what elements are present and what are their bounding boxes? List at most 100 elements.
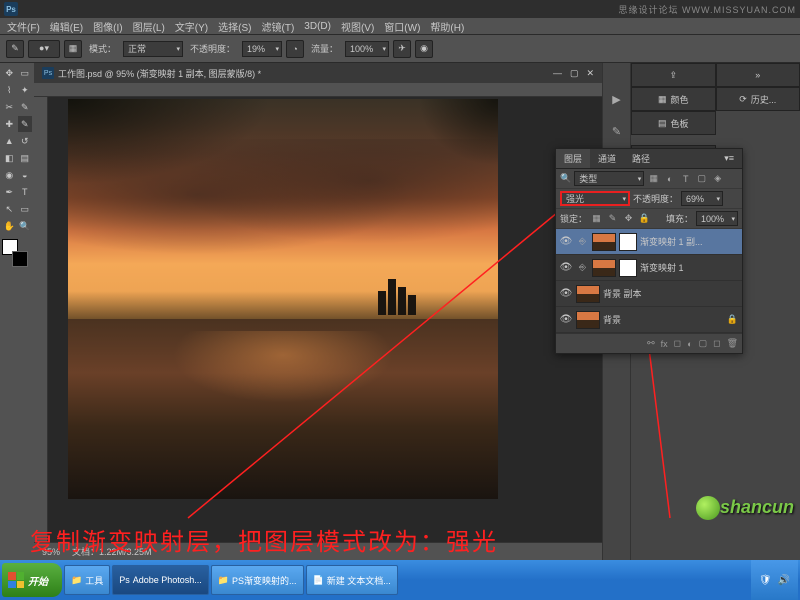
layer-name[interactable]: 背景 副本 xyxy=(603,287,739,300)
link-layers-icon[interactable]: ⚯ xyxy=(647,338,655,349)
menu-file[interactable]: 文件(F) xyxy=(2,19,45,34)
brush-preset-icon[interactable]: ✎ xyxy=(609,123,625,139)
visibility-icon[interactable]: 👁 xyxy=(559,314,573,325)
marquee-tool-icon[interactable]: ▭ xyxy=(18,65,33,81)
filter-text-icon[interactable]: T xyxy=(679,172,692,185)
wand-tool-icon[interactable]: ✦ xyxy=(18,82,33,98)
blend-mode-dropdown[interactable]: 强光 xyxy=(560,191,630,206)
menu-help[interactable]: 帮助(H) xyxy=(425,19,469,34)
history-brush-icon[interactable]: ↺ xyxy=(18,133,33,149)
background-color[interactable] xyxy=(12,251,28,267)
visibility-icon[interactable]: 👁 xyxy=(559,288,573,299)
layer-item[interactable]: 👁 背景 副本 xyxy=(556,281,742,307)
move-tool-icon[interactable]: ✥ xyxy=(2,65,17,81)
layer-item[interactable]: 👁 背景 🔒 xyxy=(556,307,742,333)
taskbar-item[interactable]: 📁 PS渐变映射的... xyxy=(211,565,304,595)
menu-edit[interactable]: 编辑(E) xyxy=(45,19,88,34)
adjustment-icon[interactable]: ◐ xyxy=(687,339,692,349)
color-swatches[interactable] xyxy=(2,239,30,267)
opacity-dropdown[interactable]: 19% xyxy=(242,41,282,57)
brush-preset-picker[interactable]: ●▾ xyxy=(28,40,60,58)
layer-opacity-dropdown[interactable]: 69% xyxy=(681,191,723,206)
layer-name[interactable]: 渐变映射 1 xyxy=(640,261,739,274)
tray-icon[interactable]: 🛡 xyxy=(759,575,772,586)
brush-tool-icon[interactable]: ✎ xyxy=(18,116,33,132)
fill-dropdown[interactable]: 100% xyxy=(696,211,738,226)
shape-tool-icon[interactable]: ▭ xyxy=(18,201,33,217)
document-tab[interactable]: Ps 工作图.psd @ 95% (渐变映射 1 副本, 图层蒙版/8) * —… xyxy=(34,63,602,83)
blur-tool-icon[interactable]: ◉ xyxy=(2,167,17,183)
crop-tool-icon[interactable]: ✂ xyxy=(2,99,17,115)
link-icon[interactable]: ⎆ xyxy=(576,261,589,274)
layer-name[interactable]: 渐变映射 1 副... xyxy=(640,235,739,248)
minimize-icon[interactable]: — xyxy=(553,68,562,79)
pen-tool-icon[interactable]: ✒ xyxy=(2,184,17,200)
zoom-tool-icon[interactable]: 🔍 xyxy=(18,218,33,234)
canvas[interactable] xyxy=(48,97,602,542)
type-tool-icon[interactable]: T xyxy=(18,184,33,200)
airbrush-icon[interactable]: ✈ xyxy=(393,40,411,58)
start-button[interactable]: 开始 xyxy=(2,563,62,597)
taskbar-item[interactable]: 📁 工具 xyxy=(64,565,110,595)
filter-image-icon[interactable]: ▦ xyxy=(647,172,660,185)
system-tray[interactable]: 🛡 🔊 xyxy=(751,560,798,600)
mask-icon[interactable]: ◻ xyxy=(674,338,681,349)
share-button[interactable]: ⇪ xyxy=(631,63,716,87)
channels-tab[interactable]: 通道 xyxy=(590,149,624,168)
layer-item[interactable]: 👁 ⎆ 渐变映射 1 副... xyxy=(556,229,742,255)
history-panel-tab[interactable]: ⟳ 历史... xyxy=(716,87,800,111)
eyedropper-tool-icon[interactable]: ✎ xyxy=(18,99,33,115)
taskbar-item[interactable]: 📄 新建 文本文档... xyxy=(306,565,398,595)
path-tool-icon[interactable]: ↖ xyxy=(2,201,17,217)
menu-image[interactable]: 图像(I) xyxy=(88,19,127,34)
dodge-tool-icon[interactable]: ◒ xyxy=(18,167,33,183)
lock-position-icon[interactable]: ✥ xyxy=(622,212,635,225)
swatch-panel-tab[interactable]: ▤ 色板 xyxy=(631,111,716,135)
maximize-icon[interactable]: ▢ xyxy=(570,68,579,79)
fx-icon[interactable]: fx xyxy=(661,339,668,349)
menu-select[interactable]: 选择(S) xyxy=(213,19,256,34)
panel-menu-icon[interactable]: » xyxy=(716,63,800,87)
pressure-opacity-icon[interactable]: ◔ xyxy=(286,40,304,58)
menu-filter[interactable]: 滤镜(T) xyxy=(257,19,300,34)
lasso-tool-icon[interactable]: ⌇ xyxy=(2,82,17,98)
layer-item[interactable]: 👁 ⎆ 渐变映射 1 xyxy=(556,255,742,281)
layer-thumbnail[interactable] xyxy=(592,259,616,277)
visibility-icon[interactable]: 👁 xyxy=(559,236,573,247)
color-panel-tab[interactable]: ▦ 颜色 xyxy=(631,87,716,111)
brush-tool-icon[interactable]: ✎ xyxy=(6,40,24,58)
layer-thumbnail[interactable] xyxy=(576,311,600,329)
layer-name[interactable]: 背景 xyxy=(603,313,723,326)
filter-smart-icon[interactable]: ◈ xyxy=(711,172,724,185)
menu-window[interactable]: 窗口(W) xyxy=(379,19,425,34)
tray-icon[interactable]: 🔊 xyxy=(778,575,790,586)
delete-icon[interactable]: 🗑 xyxy=(727,338,738,349)
flow-dropdown[interactable]: 100% xyxy=(345,41,389,57)
group-icon[interactable]: ▢ xyxy=(699,338,708,349)
menu-layer[interactable]: 图层(L) xyxy=(128,19,170,34)
layer-thumbnail[interactable] xyxy=(576,285,600,303)
play-icon[interactable]: ▶ xyxy=(609,91,625,107)
panel-menu-icon[interactable]: ▾≡ xyxy=(716,149,742,168)
menu-3d[interactable]: 3D(D) xyxy=(299,21,336,32)
mask-thumbnail[interactable] xyxy=(619,259,637,277)
gradient-tool-icon[interactable]: ▤ xyxy=(18,150,33,166)
heal-tool-icon[interactable]: ✚ xyxy=(2,116,17,132)
layer-filter-dropdown[interactable]: 类型 xyxy=(574,171,644,186)
filter-shape-icon[interactable]: ▢ xyxy=(695,172,708,185)
lock-all-icon[interactable]: 🔒 xyxy=(638,212,651,225)
taskbar-item[interactable]: Ps Adobe Photosh... xyxy=(112,565,209,595)
new-layer-icon[interactable]: ◻ xyxy=(713,338,720,349)
blend-mode-dropdown[interactable]: 正常 xyxy=(123,41,183,57)
brush-panel-icon[interactable]: ▦ xyxy=(64,40,82,58)
filter-adjust-icon[interactable]: ◐ xyxy=(663,172,676,185)
paths-tab[interactable]: 路径 xyxy=(624,149,658,168)
lock-pixels-icon[interactable]: ✎ xyxy=(606,212,619,225)
link-icon[interactable]: ⎆ xyxy=(576,235,589,248)
menu-view[interactable]: 视图(V) xyxy=(336,19,379,34)
pressure-size-icon[interactable]: ◉ xyxy=(415,40,433,58)
layers-tab[interactable]: 图层 xyxy=(556,149,590,168)
hand-tool-icon[interactable]: ✋ xyxy=(2,218,17,234)
layer-thumbnail[interactable] xyxy=(592,233,616,251)
eraser-tool-icon[interactable]: ◧ xyxy=(2,150,17,166)
